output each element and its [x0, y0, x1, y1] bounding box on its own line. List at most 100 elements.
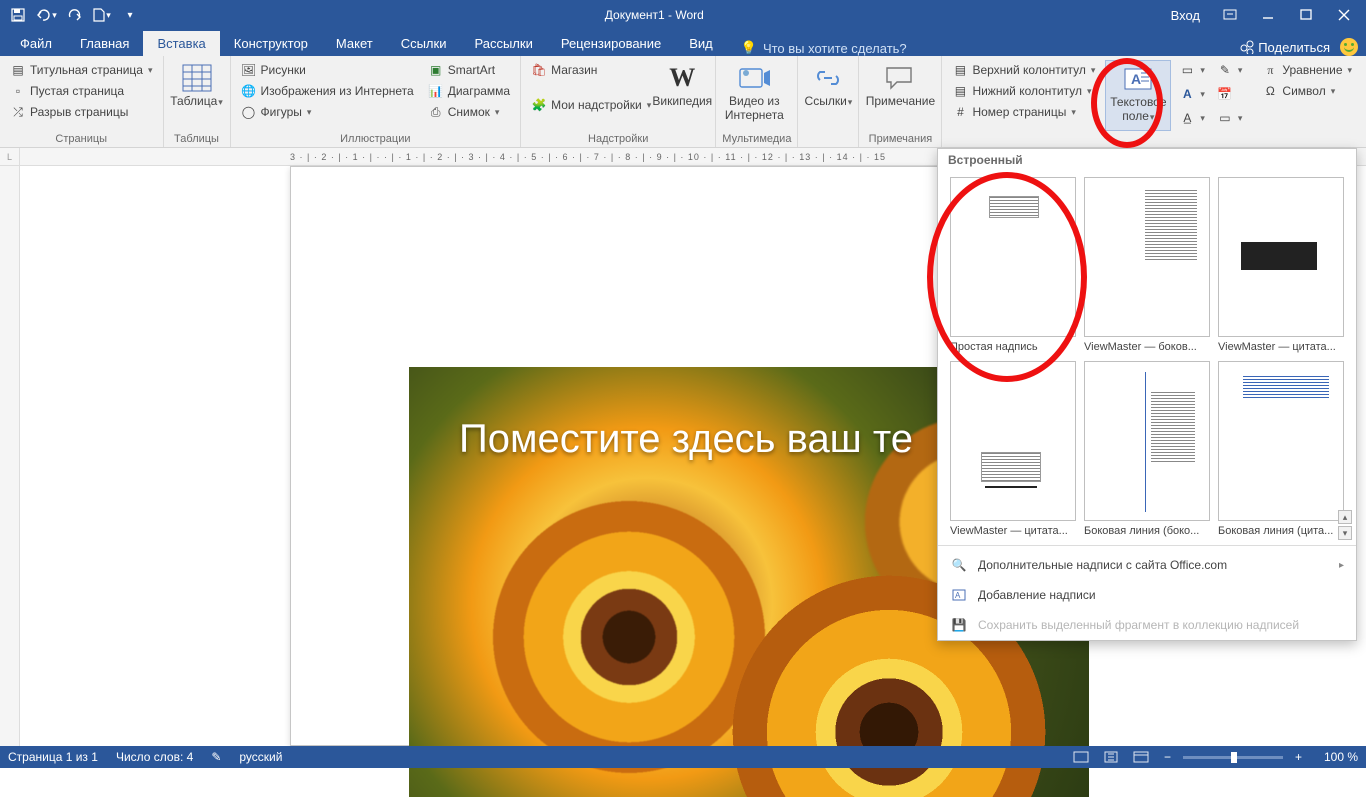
group-links: Ссылки▾ — [798, 56, 859, 147]
view-print-icon[interactable] — [1100, 748, 1122, 766]
comment-icon — [884, 62, 916, 94]
comment-button[interactable]: Примечание — [865, 60, 935, 131]
screenshot-icon: ⎙ — [428, 104, 444, 120]
shapes-icon: ◯ — [241, 104, 257, 120]
gallery-scrollbar[interactable]: ▴▾ — [1338, 510, 1352, 540]
ruler-corner: L — [0, 148, 20, 166]
group-illustrations-label: Иллюстрации — [237, 131, 515, 147]
wikipedia-icon: W — [666, 62, 698, 94]
smartart-label: SmartArt — [448, 63, 495, 77]
maximize-icon[interactable] — [1288, 1, 1324, 29]
status-spellcheck-icon[interactable]: ✎ — [211, 750, 221, 764]
my-addins-button[interactable]: 🧩Мои надстройки▾ — [527, 95, 655, 115]
gallery-draw-textbox[interactable]: A Добавление надписи — [938, 580, 1356, 610]
tab-view[interactable]: Вид — [675, 31, 727, 56]
textbox-button[interactable]: A Текстовое поле▾ — [1105, 60, 1171, 131]
tab-design[interactable]: Конструктор — [220, 31, 322, 56]
gallery-label: ViewMaster — боков... — [1084, 341, 1210, 353]
date-icon: 📅 — [1217, 86, 1233, 102]
group-headerfooter: ▤Верхний колонтитул▾ ▤Нижний колонтитул▾… — [942, 56, 1105, 147]
gallery-more-label: Дополнительные надписи с сайта Office.co… — [978, 558, 1227, 572]
wordart-icon: A — [1179, 86, 1195, 102]
pictures-label: Рисунки — [261, 63, 306, 77]
gallery-item-sideline-quote[interactable]: Боковая линия (цита... — [1218, 361, 1344, 537]
gallery-item-viewmaster-quote2[interactable]: ViewMaster — цитата... — [950, 361, 1076, 537]
zoom-slider[interactable] — [1183, 756, 1283, 759]
page-number-button[interactable]: #Номер страницы▾ — [948, 102, 1099, 122]
wikipedia-button[interactable]: W Википедия — [655, 60, 709, 131]
gallery-item-viewmaster-side[interactable]: ViewMaster — боков... — [1084, 177, 1210, 353]
ruler-vertical[interactable] — [0, 166, 20, 746]
minimize-icon[interactable] — [1250, 1, 1286, 29]
footer-label: Нижний колонтитул — [972, 84, 1082, 98]
ribbon-display-icon[interactable] — [1212, 1, 1248, 29]
symbol-button[interactable]: ΩСимвол▾ — [1258, 81, 1356, 101]
page-break-button[interactable]: ⤮Разрыв страницы — [6, 102, 157, 122]
tab-review[interactable]: Рецензирование — [547, 31, 675, 56]
footer-icon: ▤ — [952, 83, 968, 99]
header-button[interactable]: ▤Верхний колонтитул▾ — [948, 60, 1099, 80]
view-read-icon[interactable] — [1070, 748, 1092, 766]
screenshot-button[interactable]: ⎙Снимок▾ — [424, 102, 514, 122]
view-web-icon[interactable] — [1130, 748, 1152, 766]
smartart-button[interactable]: ▣ SmartArt — [424, 60, 514, 80]
footer-button[interactable]: ▤Нижний колонтитул▾ — [948, 81, 1099, 101]
tab-references[interactable]: Ссылки — [387, 31, 461, 56]
table-icon — [181, 62, 213, 94]
chart-button[interactable]: 📊Диаграмма — [424, 81, 514, 101]
redo-icon[interactable] — [62, 3, 86, 27]
signature-button[interactable]: ✎▾ — [1213, 60, 1247, 80]
quickparts-button[interactable]: ▭▾ — [1175, 60, 1209, 80]
blank-page-button[interactable]: ▫Пустая страница — [6, 81, 157, 101]
picture-icon: 🖼 — [241, 62, 257, 78]
save-selection-icon: 💾 — [950, 616, 968, 634]
group-symbols-label — [1258, 131, 1356, 147]
zoom-level[interactable]: 100 % — [1314, 750, 1358, 764]
lightbulb-icon: 💡 — [741, 40, 757, 56]
status-language[interactable]: русский — [239, 750, 282, 764]
share-button[interactable]: Поделиться — [1240, 40, 1330, 55]
zoom-in-icon[interactable]: + — [1291, 750, 1306, 764]
tell-me-search[interactable]: 💡 Что вы хотите сделать? — [741, 40, 907, 56]
cover-page-button[interactable]: ▤Титульная страница▾ — [6, 60, 157, 80]
tab-file[interactable]: Файл — [6, 31, 66, 56]
tab-layout[interactable]: Макет — [322, 31, 387, 56]
login-button[interactable]: Вход — [1161, 8, 1210, 23]
close-icon[interactable] — [1326, 1, 1362, 29]
gallery-label: ViewMaster — цитата... — [950, 525, 1076, 537]
store-button[interactable]: 🛍Магазин — [527, 60, 655, 80]
shapes-button[interactable]: ◯Фигуры▾ — [237, 102, 418, 122]
group-tables-label: Таблицы — [170, 131, 224, 147]
undo-icon[interactable]: ▾ — [34, 3, 58, 27]
smartart-icon: ▣ — [428, 62, 444, 78]
tab-home[interactable]: Главная — [66, 31, 143, 56]
wordart-button[interactable]: A▾ — [1175, 84, 1209, 104]
status-words[interactable]: Число слов: 4 — [116, 750, 193, 764]
equation-button[interactable]: πУравнение▾ — [1258, 60, 1356, 80]
tab-mailings[interactable]: Рассылки — [460, 31, 546, 56]
gallery-item-sideline[interactable]: Боковая линия (боко... — [1084, 361, 1210, 537]
qat-customize-icon[interactable]: ▾ — [118, 3, 142, 27]
draw-textbox-icon: A — [950, 586, 968, 604]
feedback-icon[interactable] — [1340, 38, 1358, 56]
object-button[interactable]: ▭▾ — [1213, 108, 1247, 128]
gallery-item-viewmaster-quote[interactable]: ViewMaster — цитата... — [1218, 177, 1344, 353]
zoom-out-icon[interactable]: − — [1160, 750, 1175, 764]
online-pictures-button[interactable]: 🌐Изображения из Интернета — [237, 81, 418, 101]
object-icon: ▭ — [1217, 110, 1233, 126]
pictures-button[interactable]: 🖼 Рисунки — [237, 60, 418, 80]
online-video-button[interactable]: Видео из Интернета — [722, 60, 786, 131]
group-symbols: πУравнение▾ ΩСимвол▾ — [1252, 56, 1362, 147]
status-page[interactable]: Страница 1 из 1 — [8, 750, 98, 764]
dropcap-button[interactable]: A̲▾ — [1175, 108, 1209, 128]
gallery-item-simple[interactable]: Простая надпись — [950, 177, 1076, 353]
table-button[interactable]: Таблица▾ — [170, 60, 224, 131]
gallery-label: Боковая линия (цита... — [1218, 525, 1344, 537]
gallery-more-office[interactable]: 🔍 Дополнительные надписи с сайта Office.… — [938, 550, 1356, 580]
break-icon: ⤮ — [10, 104, 26, 120]
links-button[interactable]: Ссылки▾ — [804, 60, 852, 147]
new-doc-icon[interactable]: ▾ — [90, 3, 114, 27]
datetime-button[interactable]: 📅 — [1213, 84, 1247, 104]
tab-insert[interactable]: Вставка — [143, 31, 219, 56]
save-icon[interactable] — [6, 3, 30, 27]
